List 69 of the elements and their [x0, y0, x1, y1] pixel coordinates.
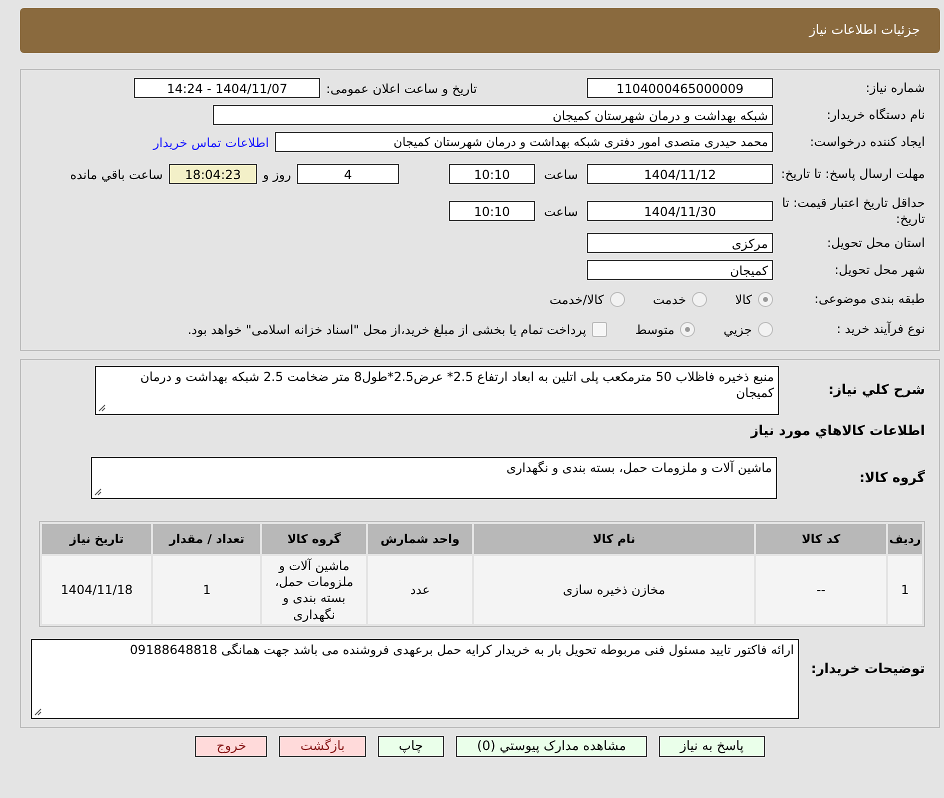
option-label: متوسط: [635, 322, 674, 336]
field-label: شرح کلي نیاز:: [827, 382, 925, 399]
field-label: تاریخ و ساعت اعلان عمومی:: [326, 80, 477, 96]
radio-button[interactable]: [758, 292, 773, 306]
date-field: 1404/11/30: [587, 201, 773, 221]
radio-button[interactable]: [680, 322, 696, 336]
column-header: نام کالا: [474, 524, 754, 554]
buyer-org-field: شبکه بهداشت و درمان شهرستان کمیجان: [213, 105, 773, 125]
requester-field: محمد حیدری متصدی امور دفتری شبکه بهداشت و درمان شهرستان کمیجان: [275, 132, 773, 152]
checkbox[interactable]: [592, 322, 608, 336]
field-label: حداقل تاریخ اعتبار قیمت: تا تاریخ:: [780, 195, 925, 227]
field-label: استان محل تحویل:: [826, 235, 925, 251]
column-header: ردیف: [888, 524, 922, 554]
field-label: نوع فرآیند خرید :: [836, 321, 925, 337]
radio-button[interactable]: [758, 322, 773, 336]
field-label: شماره نیاز:: [864, 80, 925, 96]
table-cell: عدد: [368, 556, 472, 624]
field-label: شهر محل تحویل:: [834, 262, 925, 278]
radio-button[interactable]: [692, 292, 708, 306]
field-label: روز و: [262, 166, 291, 182]
field-label: گروه کالا:: [858, 470, 925, 487]
time-field: 10:10: [449, 201, 535, 221]
buyer-notes-field: ارائه فاکتور تایید مسئول فنی مربوطه تحویل بار به خریدار کرایه حمل برعهدی فروشنده می باشد جهت همانگی 09188648818: [31, 639, 799, 720]
action-button[interactable]: بازگشت: [279, 736, 366, 758]
option-label: خدمت: [652, 292, 686, 306]
field-label: نام دستگاه خریدار:: [826, 107, 925, 123]
field-label: ایجاد کننده درخواست:: [808, 134, 925, 150]
buyer-contact-link[interactable]: اطلاعات تماس خریدار: [153, 134, 269, 150]
field-label: ساعت باقي مانده: [70, 166, 163, 182]
column-header: گروه کالا: [262, 524, 366, 554]
option-label: کالا: [735, 292, 752, 306]
column-header: واحد شمارش: [368, 524, 472, 554]
column-header: تعداد / مقدار: [153, 524, 260, 554]
table-cell: 1: [153, 556, 260, 624]
column-header: کد کالا: [756, 524, 886, 554]
column-header: تاریخ نیاز: [42, 524, 152, 554]
action-button[interactable]: پاسخ به نیاز: [659, 736, 765, 758]
action-button[interactable]: مشاهده مدارک پیوستي (0): [456, 736, 648, 758]
field-label: توضیحات خریدار:: [810, 660, 925, 678]
goods-group-field: ماشین آلات و ملزومات حمل، بسته بندی و نگهداری: [91, 457, 777, 500]
city-field: کمیجان: [587, 260, 773, 280]
table-cell: مخازن ذخیره سازی: [474, 556, 754, 624]
resize-grip-icon[interactable]: [34, 708, 42, 716]
option-label: کالا/خدمت: [549, 292, 604, 306]
description-field: منبع ذخیره فاظلاب 50 مترمکعب پلی اتلین به ابعاد ارتفاع 2.5* عرض2.5*طول8 متر ضخامت 2.5 شبکه بهداشت و درمان کمیجان: [95, 366, 779, 414]
table-cell: --: [756, 556, 886, 624]
page-title: جزئیات اطلاعات نیاز: [809, 23, 920, 38]
time-field: 10:10: [449, 164, 535, 184]
radio-button[interactable]: [610, 292, 625, 306]
table-cell: 1404/11/18: [42, 556, 152, 624]
field-label: مهلت ارسال پاسخ: تا تاریخ:: [780, 166, 925, 182]
table-cell: 1: [888, 556, 922, 624]
section-heading: اطلاعات کالاهاي مورد نیاز: [749, 422, 925, 440]
field-label: ساعت: [542, 166, 579, 182]
province-field: مرکزی: [587, 233, 773, 253]
option-label: جزيي: [723, 322, 752, 336]
need-number-field: 1104000465000009: [587, 78, 773, 98]
resize-grip-icon[interactable]: [98, 404, 106, 412]
resize-grip-icon[interactable]: [94, 488, 102, 496]
table-cell: ماشین آلات و ملزومات حمل، بسته بندی و نگهداری: [262, 556, 366, 624]
days-field: 4: [297, 164, 399, 184]
action-button[interactable]: چاپ: [378, 736, 444, 758]
announce-date-field: 1404/11/07 - 14:24: [134, 78, 320, 98]
field-label: ساعت: [542, 204, 579, 218]
checkbox-label: پرداخت تمام یا بخشی از مبلغ خرید،از محل "اسناد خزانه اسلامی" خواهد بود.: [188, 322, 586, 336]
field-label: طبقه بندی موضوعی:: [813, 291, 925, 307]
date-field: 1404/11/12: [587, 164, 773, 184]
remaining-time-field: 18:04:23: [168, 164, 257, 184]
action-button[interactable]: خروج: [195, 736, 268, 758]
